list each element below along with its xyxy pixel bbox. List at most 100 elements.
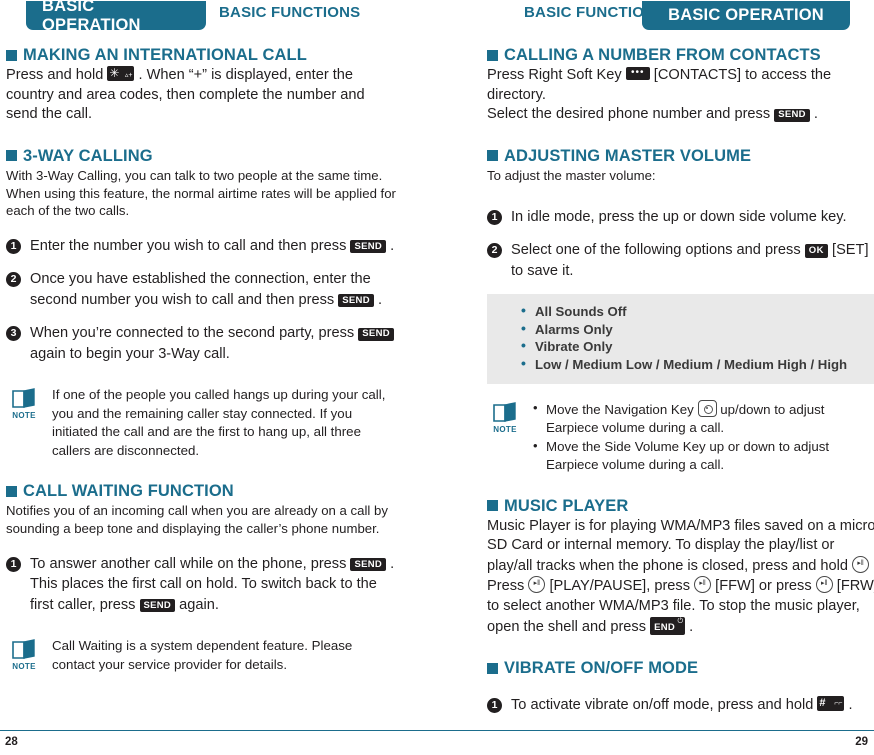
body-text-part-5: [FFW] or press [715, 578, 812, 595]
left-page-column: MAKING AN INTERNATIONAL CALL Press and h… [6, 46, 398, 674]
step-text: To activate vibrate on/off mode, press a… [511, 695, 853, 716]
note-text: If one of the people you called hangs up… [52, 387, 386, 458]
send-key-badge: SEND [774, 108, 810, 122]
section-bullet-square-icon [6, 150, 17, 162]
body-text-part-3: Press [487, 578, 525, 595]
step-text: Select one of the following options and … [511, 240, 874, 281]
body-text-part-1: Music Player is for playing WMA/MP3 file… [487, 517, 874, 574]
section-bullet-square-icon [487, 662, 498, 674]
step-text: Enter the number you wish to call and th… [30, 236, 394, 257]
step-text-part-1: Once you have established the connection… [30, 271, 371, 308]
note-bullet-item: Move the Side Volume Key up or down to a… [533, 437, 874, 475]
volume-options-box: All Sounds Off Alarms Only Vibrate Only … [487, 294, 874, 384]
body-text-part-1: Press Right Soft Key [487, 67, 622, 84]
hash-key-icon [817, 696, 845, 712]
step-text-part-1: When you’re connected to the second part… [30, 325, 355, 342]
step-number-badge: 1 [487, 698, 502, 714]
tab-basic-operation-left[interactable]: BASIC OPERATION [26, 0, 206, 34]
step-item: 2 Select one of the following options an… [487, 240, 874, 281]
section-intro-master-volume: To adjust the master volume: [487, 168, 656, 184]
step-number-badge: 2 [6, 272, 21, 288]
step-text: In idle mode, press the up or down side … [511, 208, 847, 225]
step-text-part-2: again to begin your 3-Way call. [30, 345, 230, 362]
step-text: When you’re connected to the second part… [30, 323, 398, 364]
step-text-part-2: . [848, 697, 853, 714]
step-text-part-1: Enter the number you wish to call and th… [30, 237, 347, 254]
section-heading-adjusting-master-volume: ADJUSTING MASTER VOLUME [487, 147, 874, 165]
right-page-column: CALLING A NUMBER FROM CONTACTS Press Rig… [487, 46, 874, 729]
note-bullet-list: Move the Navigation Key up/down to adjus… [533, 399, 874, 475]
ok-key-badge: OK [804, 244, 828, 258]
section-heading-label: 3-WAY CALLING [23, 146, 153, 165]
note-box-3-way-calling: NOTE If one of the people you called han… [6, 386, 398, 460]
section-bullet-square-icon [6, 49, 17, 61]
step-text-part-1: To answer another call while on the phon… [30, 555, 347, 572]
body-text-part-7: . [689, 618, 694, 635]
section-intro-call-waiting: Notifies you of an incoming call when yo… [6, 503, 388, 537]
volume-options-list: All Sounds Off Alarms Only Vibrate Only … [521, 302, 865, 374]
step-text-part-2: . [390, 237, 395, 254]
running-head-left: BASIC FUNCTIONS [219, 4, 361, 21]
section-heading-label: CALL WAITING FUNCTION [23, 482, 234, 501]
section-heading-label: MAKING AN INTERNATIONAL CALL [23, 46, 307, 64]
note-label: NOTE [493, 424, 517, 434]
section-heading-calling-number-from-contacts: CALLING A NUMBER FROM CONTACTS [487, 46, 874, 64]
section-bullet-square-icon [487, 500, 498, 512]
section-heading-call-waiting-function: CALL WAITING FUNCTION [6, 482, 398, 500]
step-item: 1 To answer another call while on the ph… [6, 554, 398, 616]
end-key-label: END [654, 621, 676, 633]
page-number-right: 29 [855, 736, 868, 748]
note-icon: NOTE [487, 401, 523, 434]
section-bullet-square-icon [6, 485, 17, 497]
section-heading-label: ADJUSTING MASTER VOLUME [504, 146, 752, 165]
section-heading-label: MUSIC PLAYER [504, 496, 629, 515]
note-text: Call Waiting is a system dependent featu… [52, 638, 353, 672]
volume-option-item: Vibrate Only [521, 337, 865, 356]
section-bullet-square-icon [487, 49, 498, 61]
open-book-icon [493, 401, 516, 422]
step-number-badge: 2 [487, 243, 502, 259]
note-box-call-waiting: NOTE Call Waiting is a system dependent … [6, 637, 398, 674]
body-text-part-4: . [813, 106, 818, 123]
note-icon: NOTE [6, 388, 42, 420]
section-heading-making-international-call: MAKING AN INTERNATIONAL CALL [6, 46, 398, 64]
section-bullet-square-icon [487, 150, 498, 162]
tab-basic-operation-right[interactable]: BASIC OPERATION [642, 1, 850, 30]
rewind-key-icon [815, 576, 833, 594]
step-number-badge: 1 [6, 556, 21, 572]
end-key-badge: END [650, 616, 686, 636]
section-body-contacts: Press Right Soft Key [CONTACTS] to acces… [487, 63, 874, 125]
step-item: 1 In idle mode, press the up or down sid… [487, 207, 874, 228]
soft-key-icon [625, 63, 650, 83]
step-number-badge: 3 [6, 326, 21, 342]
section-heading-label: VIBRATE ON/OFF MODE [504, 659, 699, 678]
volume-option-item: Low / Medium Low / Medium / Medium High … [521, 355, 865, 374]
step-item: 2 Once you have established the connecti… [6, 269, 398, 310]
section-heading-music-player: MUSIC PLAYER [487, 497, 874, 515]
fast-forward-key-icon [694, 576, 712, 594]
page-number-left: 28 [5, 736, 18, 748]
step-item: 1 To activate vibrate on/off mode, press… [487, 695, 874, 716]
note-box-master-volume: NOTE Move the Navigation Key up/down to … [487, 399, 874, 475]
open-book-icon [12, 388, 35, 409]
volume-option-item: Alarms Only [521, 320, 865, 339]
step-text: To answer another call while on the phon… [30, 554, 398, 616]
navigation-key-icon [697, 399, 717, 417]
body-text-part-3: Select the desired phone number and pres… [487, 106, 771, 123]
send-key-badge: SEND [358, 327, 394, 341]
step-number-badge: 1 [487, 209, 502, 225]
section-heading-label: CALLING A NUMBER FROM CONTACTS [504, 46, 821, 64]
send-key-badge-second: SEND [139, 599, 176, 613]
open-book-icon [12, 639, 35, 660]
manual-page-spread: BASIC OPERATION BASIC FUNCTIONS BASIC FU… [0, 0, 874, 755]
step-number-badge: 1 [6, 238, 21, 254]
star-key-icon [107, 65, 135, 82]
section-body-music-player: Music Player is for playing WMA/MP3 file… [487, 517, 874, 638]
note-text-part-1: Move the Navigation Key [546, 401, 694, 417]
footer-divider [0, 730, 874, 732]
note-bullet-item: Move the Navigation Key up/down to adjus… [533, 399, 874, 438]
play-pause-key-icon [852, 555, 870, 573]
section-body-making-international-call: Press and hold . When “+” is displayed, … [6, 65, 398, 125]
send-key-badge: SEND [338, 294, 374, 308]
play-pause-key-icon [528, 576, 546, 594]
